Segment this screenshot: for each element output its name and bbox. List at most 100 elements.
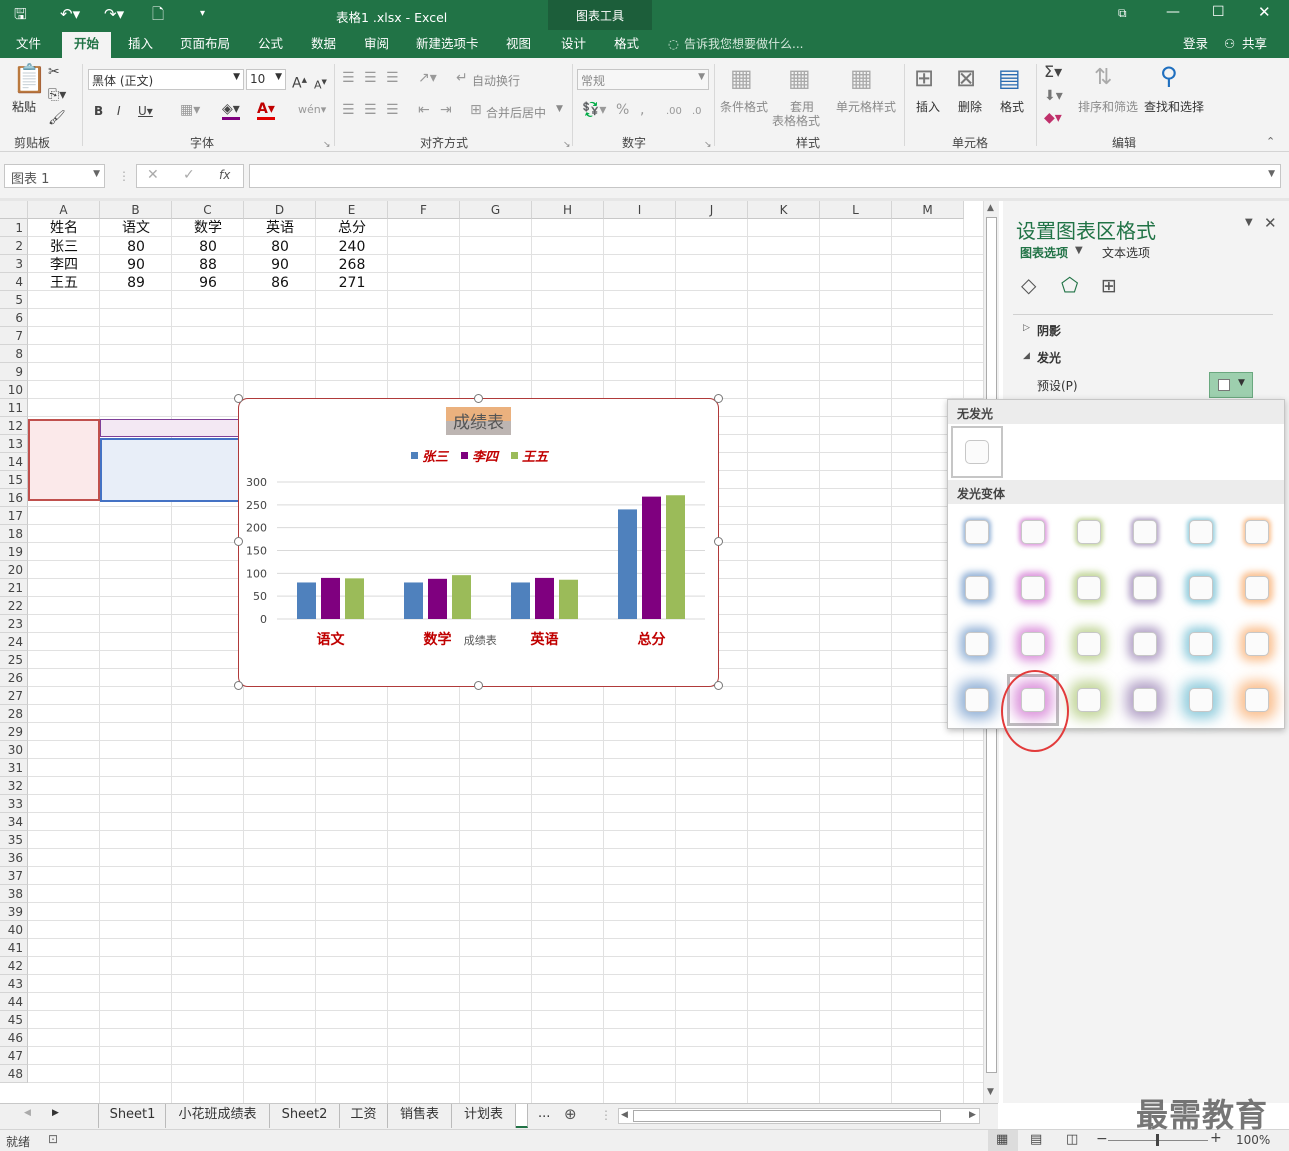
table-cell[interactable]: 英语 <box>244 219 316 237</box>
glow-variant-option[interactable] <box>1231 562 1283 614</box>
increase-font-icon[interactable]: A▲ <box>292 72 307 92</box>
glow-variant-option[interactable] <box>1175 674 1227 726</box>
scroll-down-icon[interactable]: ▼ <box>987 1087 994 1097</box>
tab-file[interactable]: 文件 <box>16 35 41 53</box>
row-header[interactable]: 14 <box>0 453 28 471</box>
column-header[interactable]: M <box>892 201 964 219</box>
column-header[interactable]: E <box>316 201 388 219</box>
row-header[interactable]: 43 <box>0 975 28 993</box>
tell-me-input[interactable]: 告诉我您想要做什么... <box>684 35 803 53</box>
formula-input[interactable]: ▼ <box>249 164 1281 188</box>
row-header[interactable]: 31 <box>0 759 28 777</box>
glow-variant-option[interactable] <box>1007 506 1059 558</box>
row-header[interactable]: 48 <box>0 1065 28 1083</box>
chevron-down-icon[interactable]: ▼ <box>556 104 563 114</box>
merge-center-button[interactable]: 合并后居中 <box>486 104 546 121</box>
align-right-icon[interactable]: ☰ <box>386 102 399 118</box>
expanded-arrow-icon[interactable]: ◢ <box>1023 351 1030 361</box>
next-sheet-icon[interactable]: ▶ <box>52 1108 59 1118</box>
row-header[interactable]: 16 <box>0 489 28 507</box>
table-cell[interactable]: 80 <box>100 238 172 256</box>
glow-variant-option[interactable] <box>1231 618 1283 670</box>
format-button[interactable]: 格式 <box>1000 98 1024 115</box>
tab-new[interactable]: 新建选项卡 <box>416 35 479 53</box>
collapse-ribbon-icon[interactable]: ⌃ <box>1266 134 1275 150</box>
table-cell[interactable]: 总分 <box>316 219 388 237</box>
increase-indent-icon[interactable]: ⇥ <box>440 102 452 118</box>
column-header[interactable]: A <box>28 201 100 219</box>
table-cell[interactable]: 268 <box>316 256 388 274</box>
table-cell[interactable]: 李四 <box>28 256 100 274</box>
sheet-tab[interactable]: 销售表 <box>388 1104 452 1128</box>
glow-variant-option[interactable] <box>1119 562 1171 614</box>
row-header[interactable]: 47 <box>0 1047 28 1065</box>
scroll-up-icon[interactable]: ▲ <box>987 203 994 213</box>
check-icon[interactable]: ✓ <box>183 167 195 183</box>
cut-icon[interactable]: ✂ <box>48 64 60 80</box>
dialog-launcher-icon[interactable]: ↘ <box>323 137 331 153</box>
row-header[interactable]: 26 <box>0 669 28 687</box>
share-button[interactable]: 共享 <box>1242 35 1267 53</box>
row-header[interactable]: 44 <box>0 993 28 1011</box>
shadow-section[interactable]: 阴影 <box>1037 322 1061 339</box>
tab-insert[interactable]: 插入 <box>128 35 153 53</box>
scroll-thumb[interactable] <box>633 1110 941 1122</box>
glow-variant-option[interactable] <box>1063 674 1115 726</box>
collapsed-arrow-icon[interactable]: ▷ <box>1023 323 1030 333</box>
delete-button[interactable]: 删除 <box>958 98 982 115</box>
size-properties-icon[interactable]: ⊞ <box>1101 275 1117 297</box>
conditional-format-icon[interactable]: ▦ <box>730 64 753 92</box>
cancel-icon[interactable]: ✕ <box>147 167 159 183</box>
format-cells-icon[interactable]: ▤ <box>998 64 1021 92</box>
row-header[interactable]: 25 <box>0 651 28 669</box>
row-header[interactable]: 41 <box>0 939 28 957</box>
row-header[interactable]: 37 <box>0 867 28 885</box>
macro-record-icon[interactable]: ⊡ <box>48 1132 58 1146</box>
chart-area[interactable]: 成绩表 张三 李四 王五 300 250 200 150 100 50 0 语文 数学 英语 总分 成绩表 <box>238 398 719 687</box>
table-cell[interactable]: 语文 <box>100 219 172 237</box>
row-header[interactable]: 33 <box>0 795 28 813</box>
page-layout-view-icon[interactable]: ▤ <box>1030 1132 1042 1147</box>
row-header[interactable]: 11 <box>0 399 28 417</box>
border-icon[interactable]: ▦▾ <box>180 102 200 118</box>
table-cell[interactable]: 90 <box>244 256 316 274</box>
save-icon[interactable]: 🖫 <box>14 5 27 23</box>
comma-icon[interactable]: , <box>640 102 644 118</box>
scroll-left-icon[interactable]: ◀ <box>621 1110 628 1120</box>
column-header[interactable]: L <box>820 201 892 219</box>
format-painter-icon[interactable]: 🖌 <box>48 110 66 126</box>
row-header[interactable]: 20 <box>0 561 28 579</box>
table-cell[interactable]: 数学 <box>172 219 244 237</box>
decrease-font-icon[interactable]: A▼ <box>314 74 327 94</box>
tab-view[interactable]: 视图 <box>506 35 531 53</box>
undo-icon[interactable]: ↶▾ <box>60 5 80 23</box>
active-sheet-tab[interactable] <box>516 1104 528 1128</box>
glow-variant-option[interactable] <box>951 562 1003 614</box>
column-header[interactable]: I <box>604 201 676 219</box>
cell-style-button[interactable]: 单元格样式 <box>836 98 896 115</box>
column-header[interactable]: D <box>244 201 316 219</box>
sheet-tab[interactable]: 工资 <box>340 1104 388 1128</box>
currency-icon[interactable]: 💱▾ <box>582 102 606 118</box>
row-header[interactable]: 7 <box>0 327 28 345</box>
tab-data[interactable]: 数据 <box>311 35 336 53</box>
row-header[interactable]: 21 <box>0 579 28 597</box>
clear-icon[interactable]: ◆▾ <box>1044 110 1062 126</box>
row-header[interactable]: 38 <box>0 885 28 903</box>
table-cell[interactable]: 96 <box>172 274 244 292</box>
decrease-indent-icon[interactable]: ⇤ <box>418 102 430 118</box>
dialog-launcher-icon[interactable]: ↘ <box>704 137 712 153</box>
italic-icon[interactable]: I <box>117 103 121 119</box>
resize-handle[interactable] <box>714 681 723 690</box>
glow-variant-option[interactable] <box>1119 674 1171 726</box>
row-header[interactable]: 35 <box>0 831 28 849</box>
table-cell[interactable]: 80 <box>172 238 244 256</box>
orientation-icon[interactable]: ↗▾ <box>418 70 437 86</box>
table-cell[interactable]: 姓名 <box>28 219 100 237</box>
row-header[interactable]: 9 <box>0 363 28 381</box>
glow-variant-option[interactable] <box>951 618 1003 670</box>
align-center-icon[interactable]: ☰ <box>364 102 377 118</box>
autosum-icon[interactable]: Σ▾ <box>1044 64 1062 80</box>
horizontal-scrollbar[interactable]: ◀ ▶ <box>618 1108 980 1124</box>
column-header[interactable]: C <box>172 201 244 219</box>
